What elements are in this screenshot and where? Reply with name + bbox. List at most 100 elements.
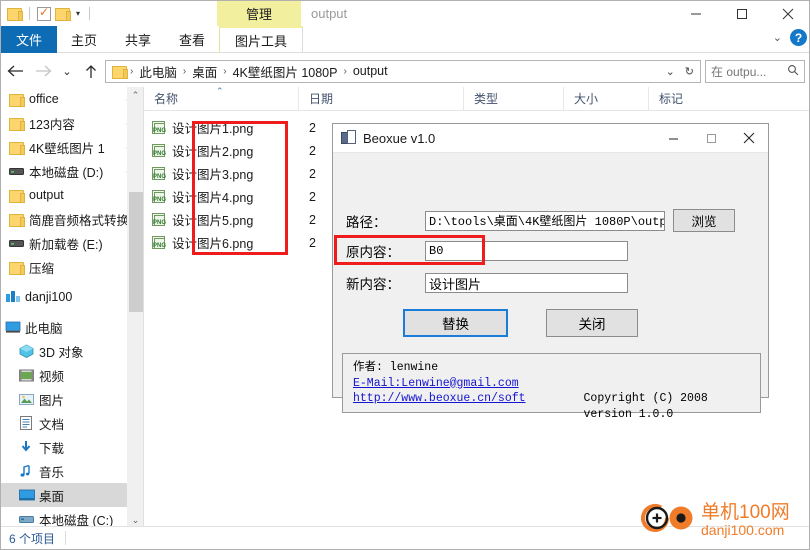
window-controls bbox=[673, 1, 809, 26]
watermark-text: 单机100网 danji100.com bbox=[701, 502, 790, 538]
nav-item-new-volume-e[interactable]: 新加载卷 (E:) bbox=[1, 231, 143, 255]
png-file-icon: PNG bbox=[152, 166, 167, 181]
browse-button[interactable]: 浏览 bbox=[673, 209, 735, 232]
chevron-down-icon[interactable]: ⌄ bbox=[773, 31, 782, 44]
tab-home[interactable]: 主页 bbox=[57, 26, 111, 53]
up-button[interactable] bbox=[77, 56, 105, 86]
nav-item-local-disk-d[interactable]: 本地磁盘 (D:) 📌 bbox=[1, 159, 143, 183]
column-header-label: 大小 bbox=[574, 92, 599, 106]
watermark: 单机100网 danji100.com bbox=[641, 497, 801, 543]
nav-item-123neirong[interactable]: 123内容 📌 bbox=[1, 111, 143, 135]
nav-item-danji100[interactable]: danji100 bbox=[1, 285, 143, 309]
new-folder-icon[interactable] bbox=[55, 7, 71, 21]
nav-item-label: office bbox=[29, 92, 59, 106]
maximize-button[interactable] bbox=[719, 1, 765, 26]
search-input[interactable]: 在 outpu... bbox=[705, 59, 805, 83]
search-icon[interactable] bbox=[787, 64, 799, 79]
nav-item-output[interactable]: output bbox=[1, 183, 143, 207]
back-button[interactable] bbox=[1, 56, 29, 86]
nav-item-music[interactable]: 音乐 bbox=[1, 459, 143, 483]
nav-item-wallpaper[interactable]: 4K壁纸图片 1 📌 bbox=[1, 135, 143, 159]
nav-item-videos[interactable]: 视频 bbox=[1, 363, 143, 387]
qat-divider-2 bbox=[89, 7, 91, 20]
tab-share[interactable]: 共享 bbox=[111, 26, 165, 53]
breadcrumb: › 此电脑 › 桌面 › 4K壁纸图片 1080P › output bbox=[110, 62, 662, 81]
close-dialog-button[interactable]: 关闭 bbox=[546, 309, 638, 337]
scroll-up-icon[interactable]: ⌃ bbox=[128, 87, 143, 103]
close-button[interactable] bbox=[765, 1, 809, 26]
help-icon[interactable]: ? bbox=[790, 29, 807, 46]
old-content-input[interactable]: B0 bbox=[425, 241, 628, 261]
dialog-maximize-button[interactable] bbox=[692, 124, 730, 152]
dialog-close-button[interactable] bbox=[730, 124, 768, 152]
column-header-tag[interactable]: 标记 bbox=[649, 87, 739, 111]
folder-icon bbox=[9, 261, 29, 275]
file-name-label: 设计图片4.png bbox=[172, 191, 254, 205]
address-bar-controls: ⌄ ↻ bbox=[662, 65, 698, 78]
file-name-cell[interactable]: PNG 设计图片4.png bbox=[144, 187, 299, 206]
contextual-tab-group-label: 管理 bbox=[217, 1, 301, 26]
replace-button[interactable]: 替换 bbox=[403, 309, 508, 337]
scrollbar-thumb[interactable] bbox=[129, 192, 143, 312]
downloads-icon bbox=[19, 440, 39, 454]
breadcrumb-item-this-pc[interactable]: 此电脑 bbox=[134, 62, 182, 81]
breadcrumb-item-wallpaper[interactable]: 4K壁纸图片 1080P bbox=[228, 62, 343, 81]
path-label: 路径： bbox=[346, 214, 387, 230]
file-name-cell[interactable]: PNG 设计图片3.png bbox=[144, 164, 299, 183]
png-file-icon: PNG bbox=[152, 120, 167, 135]
nav-item-documents[interactable]: 文档 bbox=[1, 411, 143, 435]
music-icon bbox=[19, 464, 39, 478]
website-link[interactable]: http://www.beoxue.cn/soft bbox=[353, 391, 526, 407]
png-file-icon: PNG bbox=[152, 212, 167, 227]
column-header-size[interactable]: 大小 bbox=[564, 87, 649, 111]
navigation-pane: office 📌 123内容 📌 4K壁纸图片 1 📌 bbox=[1, 87, 143, 528]
path-input[interactable]: D:\tools\桌面\4K壁纸图片 1080P\output bbox=[425, 210, 665, 231]
file-name-cell[interactable]: PNG 设计图片1.png bbox=[144, 118, 299, 137]
column-header-type[interactable]: 类型 bbox=[464, 87, 564, 111]
recent-locations-button[interactable]: ⌄ bbox=[57, 56, 77, 86]
column-header-name[interactable]: 名称 ⌃ bbox=[144, 87, 299, 111]
nav-item-this-pc[interactable]: 此电脑 bbox=[1, 315, 143, 339]
dialog-title-bar: Beoxue v1.0 bbox=[333, 124, 768, 153]
nav-item-compressed[interactable]: 压缩 bbox=[1, 255, 143, 279]
new-content-input[interactable]: 设计图片 bbox=[425, 273, 628, 293]
file-name-label: 设计图片1.png bbox=[172, 122, 254, 136]
breadcrumb-item-output[interactable]: output bbox=[348, 64, 393, 78]
nav-item-audio-converter[interactable]: 简鹿音频格式转换 bbox=[1, 207, 143, 231]
drive-icon bbox=[19, 514, 39, 525]
column-header-date[interactable]: 日期 bbox=[299, 87, 464, 111]
nav-item-office[interactable]: office 📌 bbox=[1, 87, 143, 111]
email-link[interactable]: E-Mail:Lenwine@gmail.com bbox=[353, 376, 519, 392]
videos-icon bbox=[19, 369, 39, 382]
breadcrumb-folder-icon[interactable] bbox=[112, 65, 128, 79]
folder-icon[interactable] bbox=[7, 7, 23, 21]
file-name-cell[interactable]: PNG 设计图片2.png bbox=[144, 141, 299, 160]
nav-item-downloads[interactable]: 下载 bbox=[1, 435, 143, 459]
breadcrumb-bar[interactable]: › 此电脑 › 桌面 › 4K壁纸图片 1080P › output ⌄ ↻ bbox=[105, 59, 701, 83]
file-name-cell[interactable]: PNG 设计图片6.png bbox=[144, 233, 299, 252]
tab-view[interactable]: 查看 bbox=[165, 26, 219, 53]
properties-icon[interactable] bbox=[37, 5, 51, 21]
tab-picture-tools[interactable]: 图片工具 bbox=[219, 26, 304, 53]
folder-icon bbox=[9, 189, 29, 203]
customize-caret-icon[interactable]: ▾ bbox=[74, 9, 82, 18]
nav-item-label: 图片 bbox=[39, 393, 65, 408]
nav-item-local-disk-c[interactable]: 本地磁盘 (C:) bbox=[1, 507, 143, 528]
nav-item-label: 本地磁盘 (D:) bbox=[29, 165, 104, 180]
dialog-minimize-button[interactable] bbox=[654, 124, 692, 152]
nav-item-label: 简鹿音频格式转换 bbox=[29, 213, 130, 228]
nav-item-desktop[interactable]: 桌面 bbox=[1, 483, 143, 507]
tab-file[interactable]: 文件 bbox=[1, 26, 57, 53]
file-name-cell[interactable]: PNG 设计图片5.png bbox=[144, 210, 299, 229]
watermark-line2: danji100.com bbox=[701, 521, 785, 538]
nav-item-3d-objects[interactable]: 3D 对象 bbox=[1, 339, 143, 363]
drive-icon bbox=[9, 238, 29, 249]
navigation-scrollbar[interactable]: ⌃ ⌄ bbox=[127, 87, 143, 528]
chevron-down-icon[interactable]: ⌄ bbox=[662, 65, 679, 78]
refresh-icon[interactable]: ↻ bbox=[681, 65, 698, 78]
minimize-button[interactable] bbox=[673, 1, 719, 26]
breadcrumb-item-desktop[interactable]: 桌面 bbox=[187, 62, 222, 81]
nav-item-pictures[interactable]: 图片 bbox=[1, 387, 143, 411]
forward-button[interactable] bbox=[29, 56, 57, 86]
column-headers: 名称 ⌃ 日期 类型 大小 标记 bbox=[144, 87, 809, 111]
